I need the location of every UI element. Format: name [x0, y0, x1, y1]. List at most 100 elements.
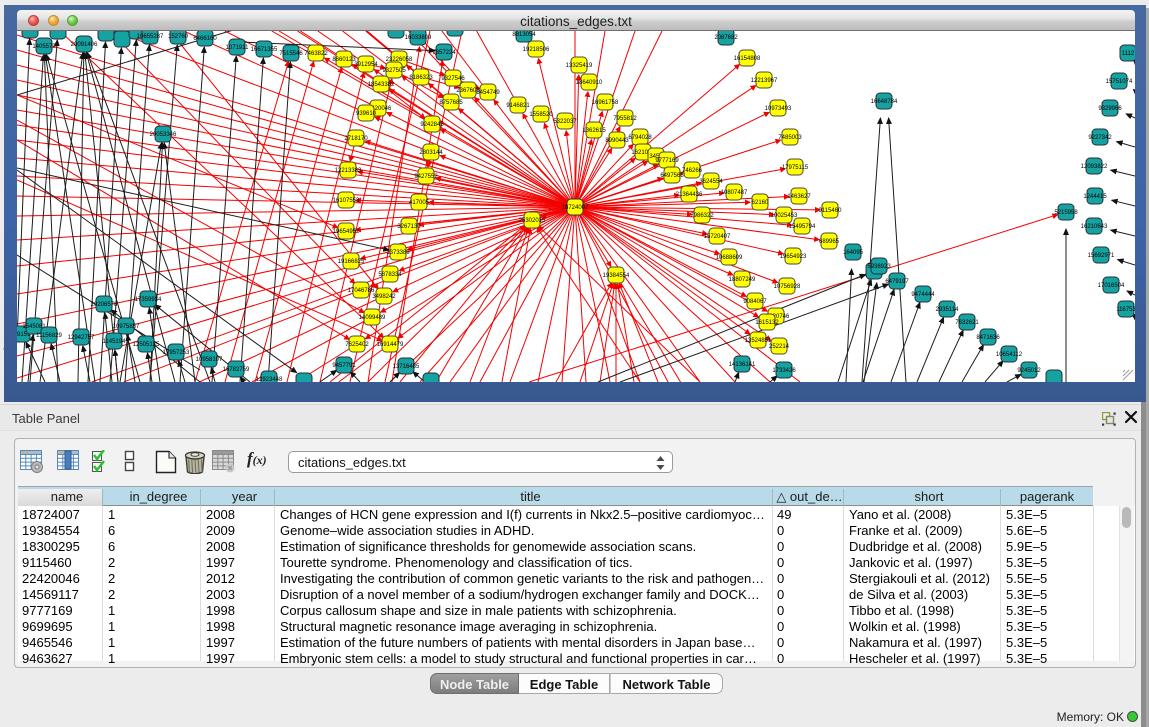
svg-text:8757685: 8757685 — [439, 100, 463, 106]
svg-text:17359934: 17359934 — [135, 297, 162, 303]
svg-text:417005: 417005 — [409, 200, 430, 206]
svg-text:16961758: 16961758 — [592, 100, 619, 106]
svg-text:18724007: 18724007 — [562, 205, 589, 211]
svg-text:1373389: 1373389 — [386, 250, 410, 256]
svg-text:1112: 1112 — [1122, 51, 1135, 57]
svg-text:10025453: 10025453 — [771, 213, 798, 219]
svg-text:3912954: 3912954 — [354, 62, 378, 68]
svg-text:3624554: 3624554 — [699, 179, 723, 185]
svg-text:9427552: 9427552 — [414, 174, 438, 180]
svg-text:17957253: 17957253 — [163, 350, 190, 356]
svg-text:19654923: 19654923 — [780, 254, 807, 260]
svg-text:14136141: 14136141 — [729, 362, 756, 368]
svg-text:6794028: 6794028 — [628, 135, 652, 141]
svg-text:5938923: 5938923 — [867, 264, 891, 270]
svg-text:116753: 116753 — [1116, 307, 1135, 313]
svg-text:2803144: 2803144 — [419, 150, 443, 156]
svg-text:17016504: 17016504 — [1098, 283, 1125, 289]
svg-text:15495794: 15495794 — [789, 224, 816, 230]
svg-text:16107553: 16107553 — [333, 198, 360, 204]
svg-text:18807249: 18807249 — [729, 277, 756, 283]
svg-text:19654952: 19654952 — [333, 229, 360, 235]
svg-text:1145194: 1145194 — [103, 339, 127, 345]
svg-text:9777169: 9777169 — [655, 158, 679, 164]
svg-text:8990443: 8990443 — [605, 138, 629, 144]
svg-text:5878334: 5878334 — [378, 272, 402, 278]
svg-text:25302015: 25302015 — [519, 218, 546, 224]
svg-text:5322037: 5322037 — [553, 119, 577, 125]
svg-text:7955812: 7955812 — [613, 116, 637, 122]
svg-text:16210643: 16210643 — [1081, 224, 1108, 230]
svg-text:20206578: 20206578 — [91, 302, 118, 308]
svg-text:62160: 62160 — [752, 200, 769, 206]
svg-text:13325419: 13325419 — [566, 63, 593, 69]
svg-text:8471636: 8471636 — [976, 335, 1000, 341]
svg-text:7625402: 7625402 — [345, 342, 369, 348]
svg-text:7986322: 7986322 — [690, 213, 714, 219]
svg-text:1463627: 1463627 — [787, 194, 811, 200]
svg-text:1071911: 1071911 — [226, 45, 250, 51]
svg-text:5215958: 5215958 — [1054, 210, 1078, 216]
svg-text:9245012: 9245012 — [1017, 368, 1041, 374]
svg-text:16782759: 16782759 — [223, 367, 250, 373]
svg-text:15751074: 15751074 — [1106, 79, 1133, 85]
svg-text:9242845: 9242845 — [420, 122, 444, 128]
svg-text:15692971: 15692971 — [1088, 253, 1115, 259]
svg-text:21364436: 21364436 — [676, 192, 703, 198]
svg-text:746266: 746266 — [682, 168, 703, 174]
svg-text:12942757: 12942757 — [68, 335, 95, 341]
svg-text:10807487: 10807487 — [721, 190, 748, 196]
svg-text:1244415: 1244415 — [1083, 194, 1107, 200]
svg-text:1558520: 1558520 — [529, 112, 553, 118]
svg-text:18640910: 18640910 — [576, 80, 603, 86]
svg-text:10654112: 10654112 — [996, 352, 1023, 358]
svg-text:9327505: 9327505 — [382, 68, 406, 74]
svg-text:10756928: 10756928 — [774, 284, 801, 290]
svg-text:16914479: 16914479 — [377, 342, 404, 348]
svg-text:8813054: 8813054 — [512, 32, 536, 38]
svg-text:17046786: 17046786 — [348, 288, 375, 294]
svg-text:9146821: 9146821 — [506, 103, 530, 109]
svg-text:12213967: 12213967 — [751, 78, 778, 84]
svg-text:7463822: 7463822 — [304, 51, 328, 57]
svg-text:14099489: 14099489 — [359, 315, 386, 321]
svg-text:7485003: 7485003 — [778, 135, 802, 141]
svg-text:10655287: 10655287 — [137, 34, 164, 40]
svg-text:7632621: 7632621 — [955, 320, 979, 326]
svg-text:19384554: 19384554 — [603, 273, 630, 279]
svg-text:15720407: 15720407 — [704, 234, 731, 240]
svg-text:10688609: 10688609 — [716, 255, 743, 261]
svg-text:8660123: 8660123 — [332, 57, 356, 63]
svg-text:164095: 164095 — [843, 250, 864, 256]
svg-text:152760: 152760 — [168, 34, 189, 40]
svg-text:252214: 252214 — [769, 344, 790, 350]
svg-text:20053346: 20053346 — [150, 132, 177, 138]
svg-text:7515546: 7515546 — [279, 51, 303, 57]
svg-text:17975115: 17975115 — [782, 165, 809, 171]
svg-text:12093822: 12093822 — [1081, 164, 1108, 170]
svg-text:9457791: 9457791 — [332, 363, 356, 369]
svg-text:6479197: 6479197 — [885, 279, 909, 285]
svg-text:20091406: 20091406 — [71, 42, 98, 48]
svg-text:689965: 689965 — [819, 239, 840, 245]
svg-text:11156829: 11156829 — [36, 333, 62, 339]
svg-text:939610: 939610 — [356, 111, 377, 117]
svg-text:1405572: 1405572 — [32, 44, 56, 50]
svg-text:10958107: 10958107 — [196, 357, 223, 363]
svg-text:18543382: 18543382 — [368, 82, 395, 88]
svg-text:3267130: 3267130 — [397, 224, 421, 230]
svg-text:9329966: 9329966 — [1098, 106, 1122, 112]
svg-text:1615132: 1615132 — [755, 320, 779, 326]
svg-text:9084067: 9084067 — [743, 299, 767, 305]
svg-text:10973493: 10973493 — [765, 106, 792, 112]
svg-text:1362615: 1362615 — [582, 128, 606, 134]
svg-text:16671355: 16671355 — [251, 47, 278, 53]
svg-text:2087682: 2087682 — [714, 35, 738, 41]
svg-text:8454749: 8454749 — [476, 90, 500, 96]
svg-text:9327546: 9327546 — [441, 76, 465, 82]
svg-text:10975857: 10975857 — [113, 324, 140, 330]
svg-text:2718170: 2718170 — [344, 136, 368, 142]
svg-text:9115460: 9115460 — [819, 208, 843, 214]
svg-text:13716485: 13716485 — [393, 364, 420, 370]
svg-text:12213383: 12213383 — [335, 168, 362, 174]
